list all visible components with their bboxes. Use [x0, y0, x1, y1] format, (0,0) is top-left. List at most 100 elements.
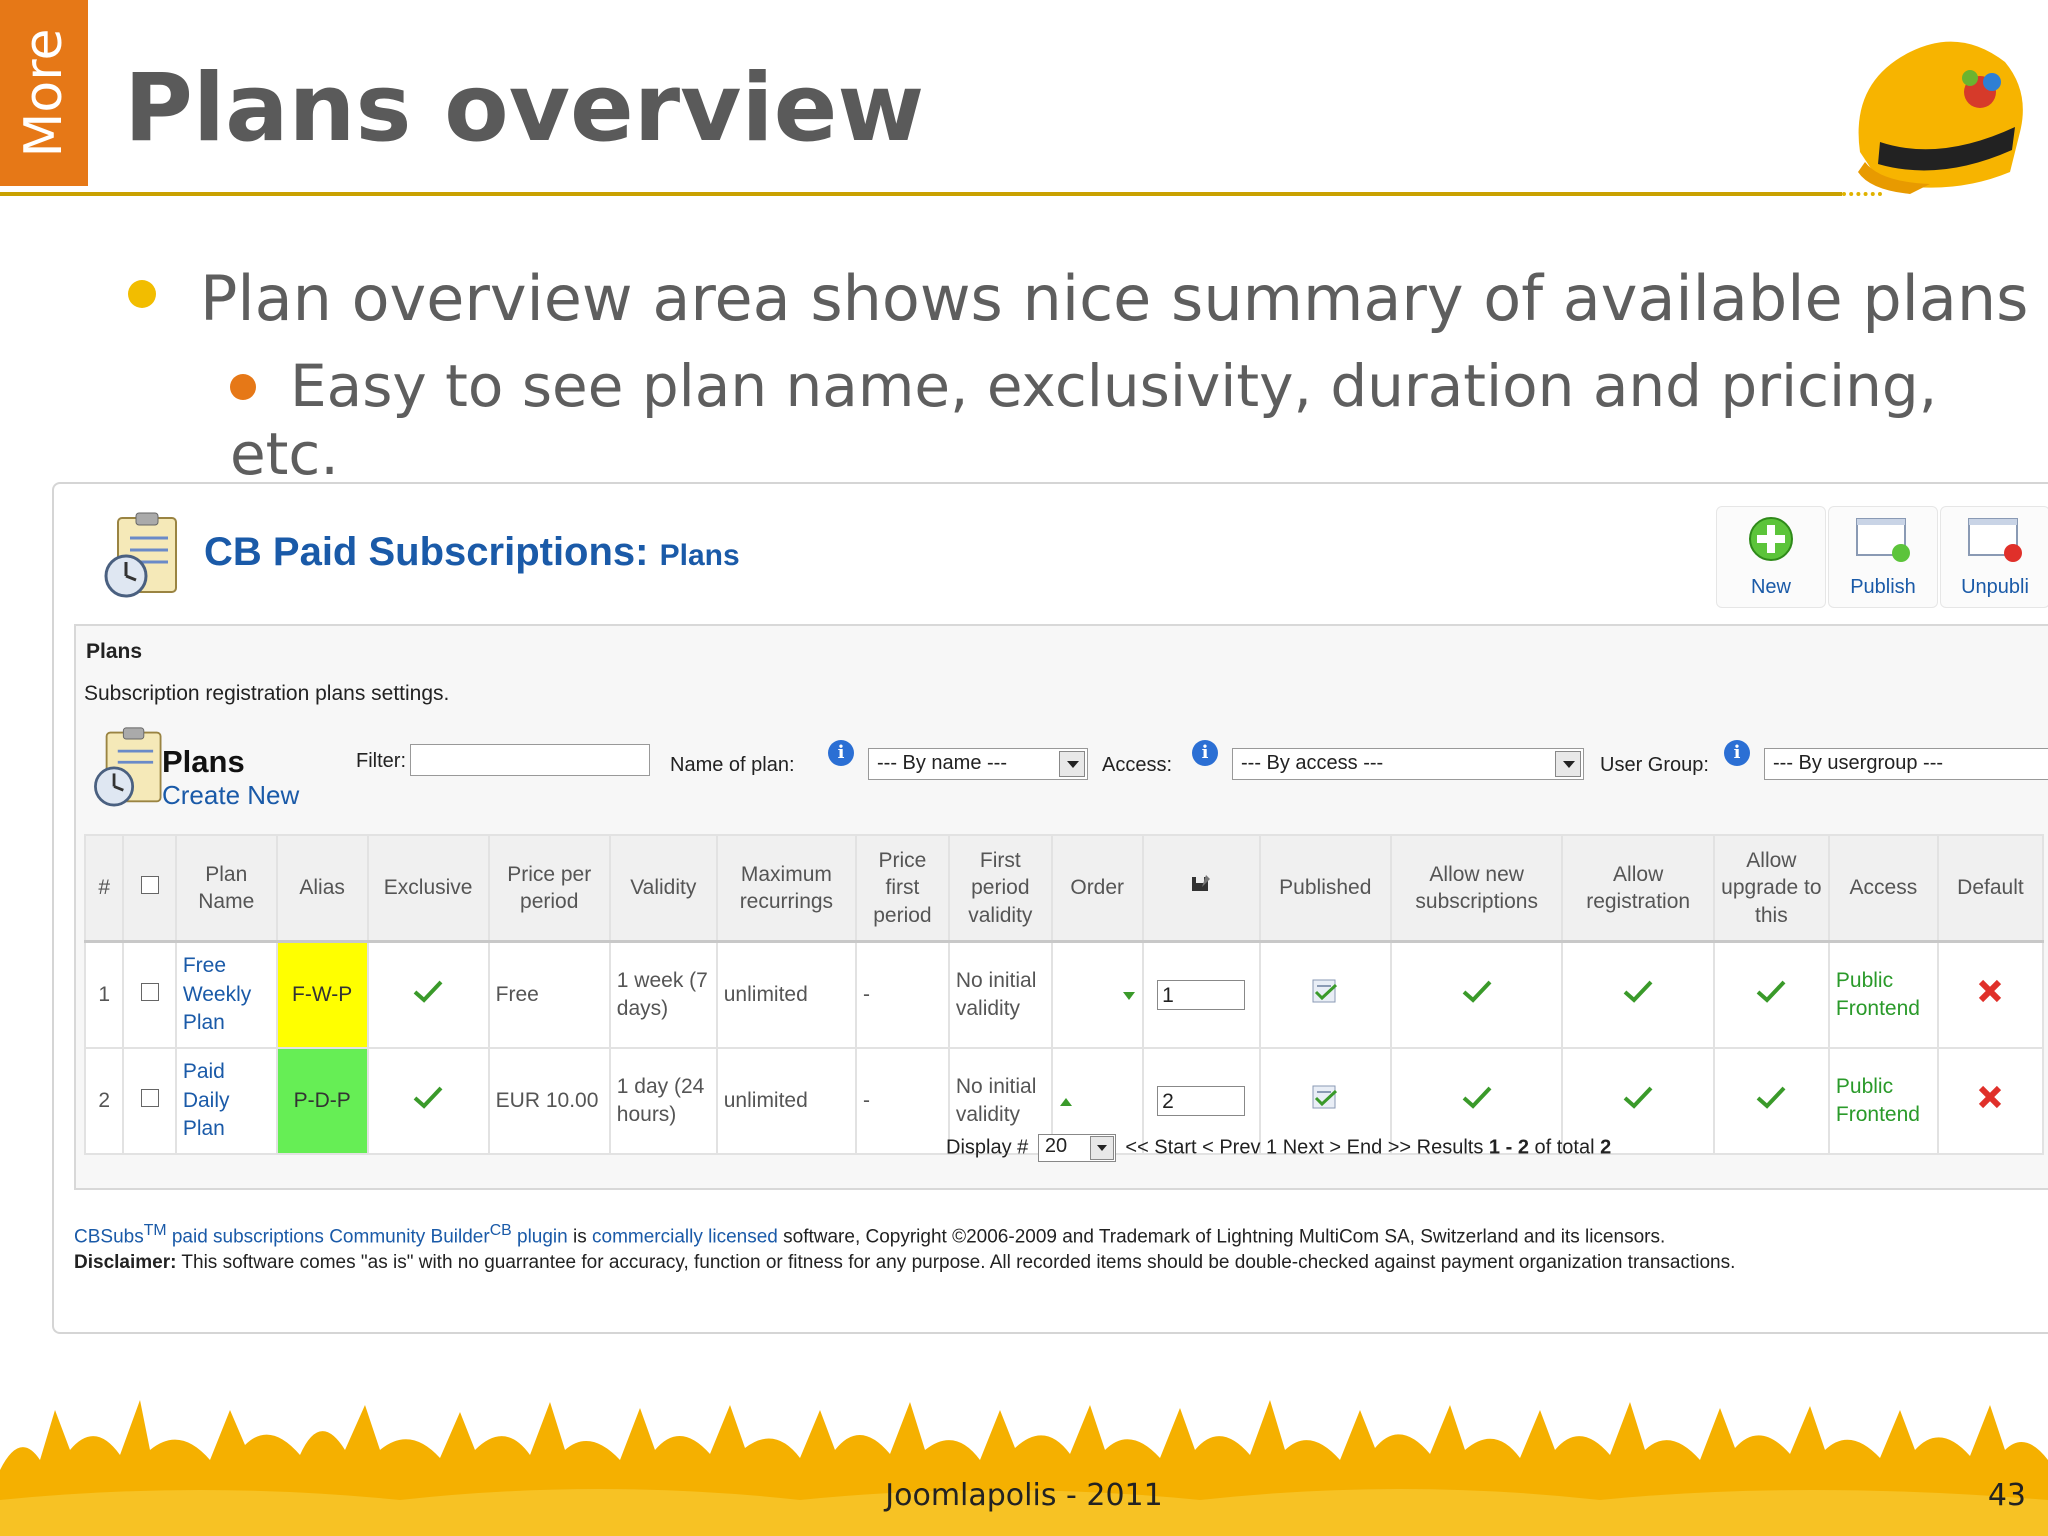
plugin-link[interactable]: plugin	[517, 1226, 568, 1247]
user-group-label: User Group:	[1600, 754, 1709, 776]
bullet-secondary: Easy to see plan name, exclusivity, dura…	[230, 352, 2048, 488]
community-builder-link[interactable]: paid subscriptions Community Builder	[172, 1226, 490, 1247]
row-checkbox[interactable]	[140, 982, 159, 1001]
checkmark-icon[interactable]	[413, 979, 443, 1003]
col-header-allow-new[interactable]: Allow new subscriptions	[1389, 834, 1564, 943]
clipboard-clock-icon	[104, 512, 177, 598]
col-header-published[interactable]: Published	[1258, 834, 1392, 943]
new-button[interactable]: New	[1716, 506, 1826, 608]
checkmark-icon[interactable]	[1623, 979, 1653, 1003]
plan-max-recurrings: unlimited	[715, 1047, 858, 1155]
filter-label: Filter:	[356, 750, 406, 772]
close-icon[interactable]	[1977, 1084, 2003, 1110]
unpublish-button-label: Unpubli	[1961, 576, 2029, 598]
published-cell	[1258, 940, 1392, 1049]
pager-nav[interactable]: << Start < Prev 1 Next > End >> Results	[1125, 1136, 1483, 1158]
plan-name-link[interactable]: Paid Daily Plan	[174, 1047, 278, 1155]
user-group-info-icon[interactable]: i	[1724, 740, 1750, 766]
new-button-label: New	[1750, 576, 1791, 598]
row-select-cell	[122, 1047, 177, 1155]
more-side-tab: More	[0, 0, 88, 186]
select-all-checkbox[interactable]	[140, 876, 159, 895]
published-icon[interactable]	[1310, 1083, 1340, 1111]
plan-alias: F-W-P	[275, 940, 369, 1049]
plan-access: Public Frontend	[1827, 1047, 1939, 1155]
plan-name-info-icon[interactable]: i	[828, 740, 854, 766]
user-group-select[interactable]: --- By usergroup ---	[1764, 748, 2048, 780]
col-header-access[interactable]: Access	[1827, 834, 1939, 943]
col-header-alias[interactable]: Alias	[275, 834, 369, 943]
bullet-text: Easy to see plan name, exclusivity, dura…	[230, 352, 1938, 488]
title-divider	[0, 192, 1842, 196]
col-header-first-validity[interactable]: First period validity	[947, 834, 1053, 943]
plan-max-recurrings: unlimited	[715, 940, 858, 1049]
plan-validity: 1 day (24 hours)	[608, 1047, 718, 1155]
access-select[interactable]: --- By access ---	[1232, 748, 1584, 780]
display-count-select[interactable]: 20	[1037, 1134, 1116, 1162]
slide-page-number: 43	[1987, 1478, 2026, 1513]
checkmark-icon[interactable]	[1623, 1085, 1653, 1109]
plan-validity: 1 week (7 days)	[608, 940, 718, 1049]
publish-button-label: Publish	[1850, 576, 1916, 598]
app-title: CB Paid Subscriptions: Plans	[204, 530, 740, 575]
col-header-max-recurrings[interactable]: Maximum recurrings	[715, 834, 858, 943]
access-label: Access:	[1102, 754, 1173, 776]
order-input[interactable]: 1	[1157, 979, 1246, 1010]
allow-upgrade-cell	[1712, 940, 1830, 1049]
unpublish-button[interactable]: Unpubli	[1940, 506, 2048, 608]
checkmark-icon[interactable]	[1756, 979, 1786, 1003]
checkmark-icon[interactable]	[1756, 1085, 1786, 1109]
access-info-icon[interactable]: i	[1192, 740, 1218, 766]
filter-input[interactable]	[410, 744, 650, 776]
results-of-total: of total	[1534, 1136, 1595, 1159]
col-header-validity[interactable]: Validity	[608, 834, 718, 943]
checkmark-icon[interactable]	[413, 1085, 443, 1109]
plan-name-select[interactable]: --- By name ---	[868, 748, 1088, 780]
col-header-plan-name[interactable]: Plan Name	[174, 834, 278, 943]
plan-alias: P-D-P	[275, 1047, 369, 1155]
plan-first-validity: No initial validity	[947, 940, 1053, 1049]
table-row: 1 Free Weekly Plan F-W-P Free 1 week (7 …	[83, 940, 2045, 1049]
panel-heading: Plans	[86, 640, 143, 663]
publish-button[interactable]: Publish	[1828, 506, 1938, 608]
plan-name-link[interactable]: Free Weekly Plan	[174, 940, 278, 1049]
plans-table: # Plan Name Alias Exclusive Price per pe…	[83, 834, 2045, 1155]
checkmark-icon[interactable]	[1462, 979, 1492, 1003]
app-screenshot: CB Paid Subscriptions: Plans New Publish	[52, 482, 2048, 1334]
order-input-cell: 1	[1141, 940, 1261, 1049]
row-checkbox[interactable]	[140, 1088, 159, 1107]
user-group-select-value: --- By usergroup ---	[1773, 752, 1944, 774]
order-input[interactable]: 2	[1157, 1085, 1246, 1116]
save-order-icon[interactable]	[1190, 873, 1212, 895]
checkmark-icon[interactable]	[1462, 1085, 1492, 1109]
exclusive-cell	[366, 940, 490, 1049]
col-header-price[interactable]: Price per period	[487, 834, 611, 943]
display-count-label: Display #	[946, 1136, 1029, 1159]
cbsubs-link[interactable]: CBSubs	[74, 1226, 144, 1247]
create-new-link[interactable]: Create New	[162, 780, 299, 811]
move-down-icon[interactable]	[1122, 991, 1136, 1001]
col-header-select-all	[122, 834, 177, 943]
allow-upgrade-cell	[1712, 1047, 1830, 1155]
license-link[interactable]: commercially licensed	[592, 1226, 778, 1247]
col-header-order[interactable]: Order	[1050, 834, 1144, 943]
col-header-default[interactable]: Default	[1936, 834, 2045, 943]
disclaimer-label: Disclaimer:	[74, 1252, 177, 1273]
col-header-exclusive[interactable]: Exclusive	[366, 834, 490, 943]
close-icon[interactable]	[1977, 978, 2003, 1004]
results-range: 1 - 2	[1488, 1136, 1529, 1159]
plan-price: EUR 10.00	[487, 1047, 611, 1155]
move-up-icon[interactable]	[1059, 1097, 1073, 1107]
col-header-allow-registration[interactable]: Allow registration	[1561, 834, 1715, 943]
plan-name-label: Name of plan:	[670, 754, 795, 776]
plan-price-first: -	[855, 1047, 950, 1155]
col-header-price-first[interactable]: Price first period	[855, 834, 950, 943]
col-header-allow-upgrade[interactable]: Allow upgrade to this	[1712, 834, 1830, 943]
plan-price: Free	[487, 940, 611, 1049]
default-cell	[1936, 1047, 2045, 1155]
col-header-save-order	[1141, 834, 1261, 943]
plans-clipboard-icon	[94, 727, 162, 807]
access-select-value: --- By access ---	[1241, 752, 1384, 774]
pagination: Display # 20 << Start < Prev 1 Next > En…	[946, 1134, 1611, 1162]
published-icon[interactable]	[1310, 977, 1340, 1005]
